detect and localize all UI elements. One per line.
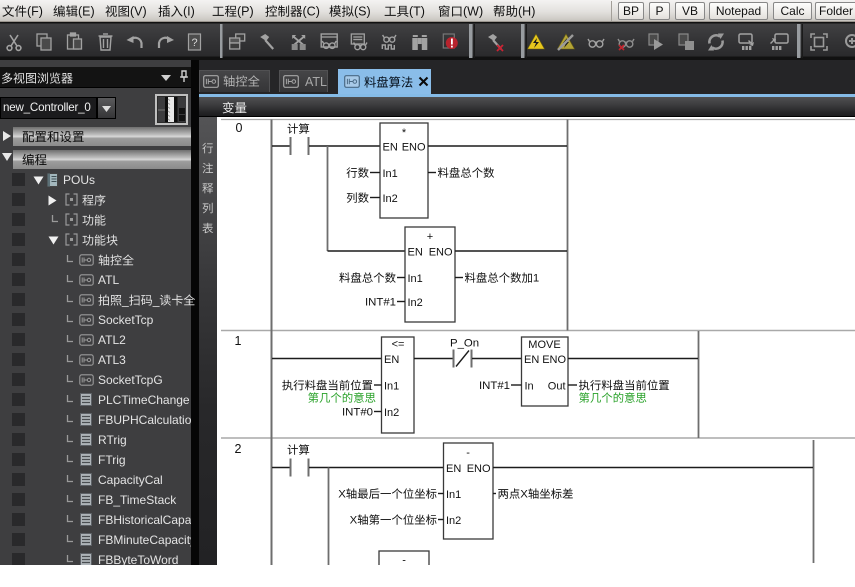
svg-text:ENO: ENO: [467, 463, 491, 475]
svg-text:EN: EN: [524, 354, 539, 366]
svg-text:In1: In1: [408, 273, 423, 285]
svg-text:*: *: [402, 127, 407, 139]
svg-text:In2: In2: [408, 297, 423, 309]
svg-text:+: +: [427, 231, 433, 243]
svg-text:0: 0: [236, 121, 243, 135]
svg-text:In1: In1: [446, 489, 461, 501]
svg-text:2: 2: [235, 442, 242, 456]
svg-text:1: 1: [533, 273, 539, 285]
svg-text:ENO: ENO: [429, 247, 453, 259]
svg-text:In2: In2: [446, 515, 461, 527]
svg-text:P_On: P_On: [450, 338, 479, 350]
svg-text:1: 1: [235, 334, 242, 348]
svg-text:EN: EN: [383, 142, 398, 154]
svg-text:INT#1: INT#1: [365, 297, 396, 309]
svg-text:INT#1: INT#1: [479, 380, 510, 392]
svg-text:?: ?: [192, 37, 198, 49]
svg-text:INT#0: INT#0: [342, 407, 373, 419]
svg-text:X: X: [350, 515, 358, 527]
svg-text:EN: EN: [408, 247, 423, 259]
svg-text:In2: In2: [383, 193, 398, 205]
svg-text:<=: <=: [392, 339, 405, 351]
svg-text:X: X: [520, 489, 528, 501]
svg-text:In: In: [525, 381, 534, 393]
svg-text:MOVE: MOVE: [528, 339, 560, 351]
svg-text:In2: In2: [384, 407, 399, 419]
svg-text:In1: In1: [383, 168, 398, 180]
svg-text:-: -: [402, 555, 406, 566]
svg-text:ENO: ENO: [542, 354, 566, 366]
svg-text:EN: EN: [384, 354, 399, 366]
svg-text:Out: Out: [548, 381, 566, 393]
svg-text:-: -: [466, 447, 470, 459]
svg-text:In1: In1: [384, 381, 399, 393]
svg-text:X: X: [338, 489, 346, 501]
svg-text:EN: EN: [446, 463, 461, 475]
svg-text:ENO: ENO: [402, 142, 426, 154]
